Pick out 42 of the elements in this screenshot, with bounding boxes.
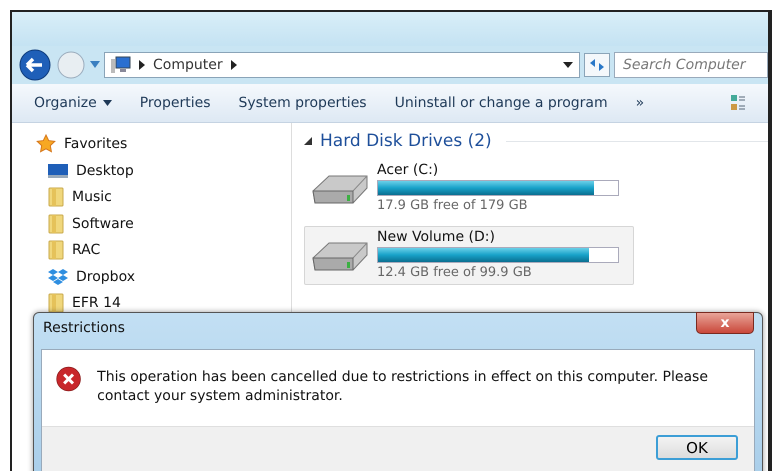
desktop-icon [48, 162, 68, 179]
back-button[interactable] [18, 48, 52, 82]
folder-icon [48, 293, 64, 314]
search-field[interactable]: Search Computer [614, 52, 768, 78]
breadcrumb-arrow-icon[interactable] [139, 60, 145, 70]
sidebar-item[interactable]: Music [36, 184, 291, 210]
dropbox-icon [48, 268, 68, 286]
star-icon [36, 134, 56, 154]
expand-arrow-icon[interactable] [304, 137, 312, 145]
toolbar-button[interactable]: Uninstall or change a program [394, 95, 608, 111]
caret-icon [102, 100, 112, 106]
sidebar-item[interactable]: EFR 14 [36, 290, 291, 316]
sidebar-item[interactable]: RAC [36, 237, 291, 264]
sidebar-item[interactable]: Favorites [36, 131, 291, 158]
view-options-icon[interactable] [730, 93, 746, 113]
breadcrumb-item[interactable]: Computer [153, 57, 223, 73]
folder-icon [48, 214, 64, 234]
toolbar-button[interactable]: Organize [34, 95, 112, 111]
toolbar-button[interactable]: Properties [140, 95, 210, 111]
folder-icon [48, 187, 64, 208]
drive-item[interactable]: New Volume (D:) 12.4 GB free of 99.9 GB [304, 226, 634, 285]
dropdown-caret-icon[interactable] [563, 62, 573, 68]
drive-item[interactable]: Acer (C:) 17.9 GB free of 179 GB [304, 159, 634, 218]
breadcrumb-arrow-icon[interactable] [230, 60, 237, 70]
dialog-title: Restrictions [43, 320, 125, 336]
sidebar-item[interactable]: Desktop [36, 158, 291, 184]
computer-icon [111, 56, 131, 74]
refresh-icon[interactable] [584, 53, 610, 77]
free-space-text: 17.9 GB free of 179 GB [377, 198, 529, 213]
drive-name: Acer (C:) [377, 162, 440, 178]
folder-icon [48, 240, 64, 260]
more-button[interactable]: » [636, 95, 644, 111]
error-message: This operation has been cancelled due to restrictions in effect on this computer. Please contact your system administrator. [97, 368, 709, 406]
drive-name: New Volume (D:) [377, 229, 496, 245]
ok-button[interactable]: OK [656, 435, 738, 460]
sidebar-item[interactable]: Software [36, 210, 291, 237]
address-bar[interactable]: Computer [104, 52, 580, 78]
toolbar-button[interactable]: System properties [238, 95, 367, 111]
history-dropdown-icon[interactable] [90, 61, 100, 69]
free-space-text: 12.4 GB free of 99.9 GB [377, 265, 533, 280]
section-heading: Hard Disk Drives (2) [320, 131, 492, 151]
sidebar-item[interactable]: Dropbox [36, 264, 291, 290]
